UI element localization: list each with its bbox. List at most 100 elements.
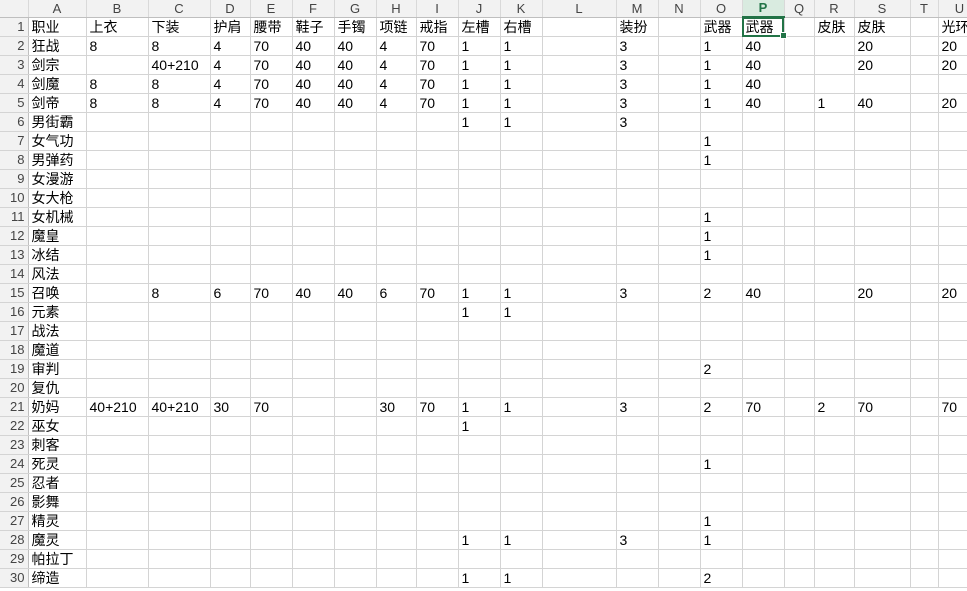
cell-m24[interactable] xyxy=(616,454,659,474)
cell-e20[interactable] xyxy=(250,378,293,398)
cell-f27[interactable] xyxy=(292,511,335,531)
cell-a15[interactable]: 召唤 xyxy=(28,283,87,303)
cell-q21[interactable] xyxy=(784,397,815,417)
cell-g29[interactable] xyxy=(334,549,377,569)
cell-f5[interactable]: 40 xyxy=(292,93,335,113)
cell-l1[interactable] xyxy=(542,17,617,37)
cell-q13[interactable] xyxy=(784,245,815,265)
row-header[interactable]: 20 xyxy=(0,378,29,398)
cell-s15[interactable]: 20 xyxy=(854,283,911,303)
cell-t15[interactable] xyxy=(910,283,939,303)
cell-h19[interactable] xyxy=(376,359,417,379)
cell-u10[interactable] xyxy=(938,188,967,208)
cell-j10[interactable] xyxy=(458,188,501,208)
cell-a4[interactable]: 剑魔 xyxy=(28,74,87,94)
cell-b8[interactable] xyxy=(86,150,149,170)
cell-a20[interactable]: 复仇 xyxy=(28,378,87,398)
cell-p10[interactable] xyxy=(742,188,785,208)
cell-n5[interactable] xyxy=(658,93,701,113)
cell-j26[interactable] xyxy=(458,492,501,512)
cell-c19[interactable] xyxy=(148,359,211,379)
cell-f12[interactable] xyxy=(292,226,335,246)
cell-j6[interactable]: 1 xyxy=(458,112,501,132)
cell-f7[interactable] xyxy=(292,131,335,151)
cell-c29[interactable] xyxy=(148,549,211,569)
cell-b14[interactable] xyxy=(86,264,149,284)
cell-j19[interactable] xyxy=(458,359,501,379)
cell-t14[interactable] xyxy=(910,264,939,284)
cell-h24[interactable] xyxy=(376,454,417,474)
cell-u18[interactable] xyxy=(938,340,967,360)
cell-f1[interactable]: 鞋子 xyxy=(292,17,335,37)
cell-s11[interactable] xyxy=(854,207,911,227)
cell-a10[interactable]: 女大枪 xyxy=(28,188,87,208)
cell-m8[interactable] xyxy=(616,150,659,170)
cell-m6[interactable]: 3 xyxy=(616,112,659,132)
cell-c1[interactable]: 下装 xyxy=(148,17,211,37)
cell-r6[interactable] xyxy=(814,112,855,132)
cell-i20[interactable] xyxy=(416,378,459,398)
cell-j2[interactable]: 1 xyxy=(458,36,501,56)
cell-f28[interactable] xyxy=(292,530,335,550)
row-header[interactable]: 2 xyxy=(0,36,29,56)
cell-m16[interactable] xyxy=(616,302,659,322)
cell-k4[interactable]: 1 xyxy=(500,74,543,94)
cell-d20[interactable] xyxy=(210,378,251,398)
cell-t6[interactable] xyxy=(910,112,939,132)
cell-t2[interactable] xyxy=(910,36,939,56)
cell-p21[interactable]: 70 xyxy=(742,397,785,417)
cell-r1[interactable]: 皮肤 xyxy=(814,17,855,37)
row-header[interactable]: 15 xyxy=(0,283,29,303)
cell-i16[interactable] xyxy=(416,302,459,322)
cell-f26[interactable] xyxy=(292,492,335,512)
row-header[interactable]: 12 xyxy=(0,226,29,246)
cell-l15[interactable] xyxy=(542,283,617,303)
cell-n9[interactable] xyxy=(658,169,701,189)
cell-r18[interactable] xyxy=(814,340,855,360)
cell-s4[interactable] xyxy=(854,74,911,94)
cell-t29[interactable] xyxy=(910,549,939,569)
cell-o19[interactable]: 2 xyxy=(700,359,743,379)
cell-c25[interactable] xyxy=(148,473,211,493)
cell-o3[interactable]: 1 xyxy=(700,55,743,75)
cell-q20[interactable] xyxy=(784,378,815,398)
cell-u12[interactable] xyxy=(938,226,967,246)
cell-g5[interactable]: 40 xyxy=(334,93,377,113)
cell-j17[interactable] xyxy=(458,321,501,341)
cell-n4[interactable] xyxy=(658,74,701,94)
row-header[interactable]: 23 xyxy=(0,435,29,455)
cell-h2[interactable]: 4 xyxy=(376,36,417,56)
cell-f29[interactable] xyxy=(292,549,335,569)
cell-d27[interactable] xyxy=(210,511,251,531)
row-header[interactable]: 9 xyxy=(0,169,29,189)
cell-e28[interactable] xyxy=(250,530,293,550)
cell-i8[interactable] xyxy=(416,150,459,170)
cell-k18[interactable] xyxy=(500,340,543,360)
row-header[interactable]: 19 xyxy=(0,359,29,379)
cell-o22[interactable] xyxy=(700,416,743,436)
cell-g8[interactable] xyxy=(334,150,377,170)
cell-f24[interactable] xyxy=(292,454,335,474)
cell-t24[interactable] xyxy=(910,454,939,474)
cell-p24[interactable] xyxy=(742,454,785,474)
cell-l30[interactable] xyxy=(542,568,617,588)
cell-l13[interactable] xyxy=(542,245,617,265)
cell-d29[interactable] xyxy=(210,549,251,569)
cell-j28[interactable]: 1 xyxy=(458,530,501,550)
cell-d28[interactable] xyxy=(210,530,251,550)
cell-c22[interactable] xyxy=(148,416,211,436)
cell-c4[interactable]: 8 xyxy=(148,74,211,94)
cell-l19[interactable] xyxy=(542,359,617,379)
column-header-e[interactable]: E xyxy=(250,0,293,18)
cell-k26[interactable] xyxy=(500,492,543,512)
cell-b18[interactable] xyxy=(86,340,149,360)
cell-s27[interactable] xyxy=(854,511,911,531)
cell-s25[interactable] xyxy=(854,473,911,493)
cell-k16[interactable]: 1 xyxy=(500,302,543,322)
cell-a28[interactable]: 魔灵 xyxy=(28,530,87,550)
cell-d15[interactable]: 6 xyxy=(210,283,251,303)
cell-r9[interactable] xyxy=(814,169,855,189)
cell-p11[interactable] xyxy=(742,207,785,227)
cell-f4[interactable]: 40 xyxy=(292,74,335,94)
cell-d16[interactable] xyxy=(210,302,251,322)
